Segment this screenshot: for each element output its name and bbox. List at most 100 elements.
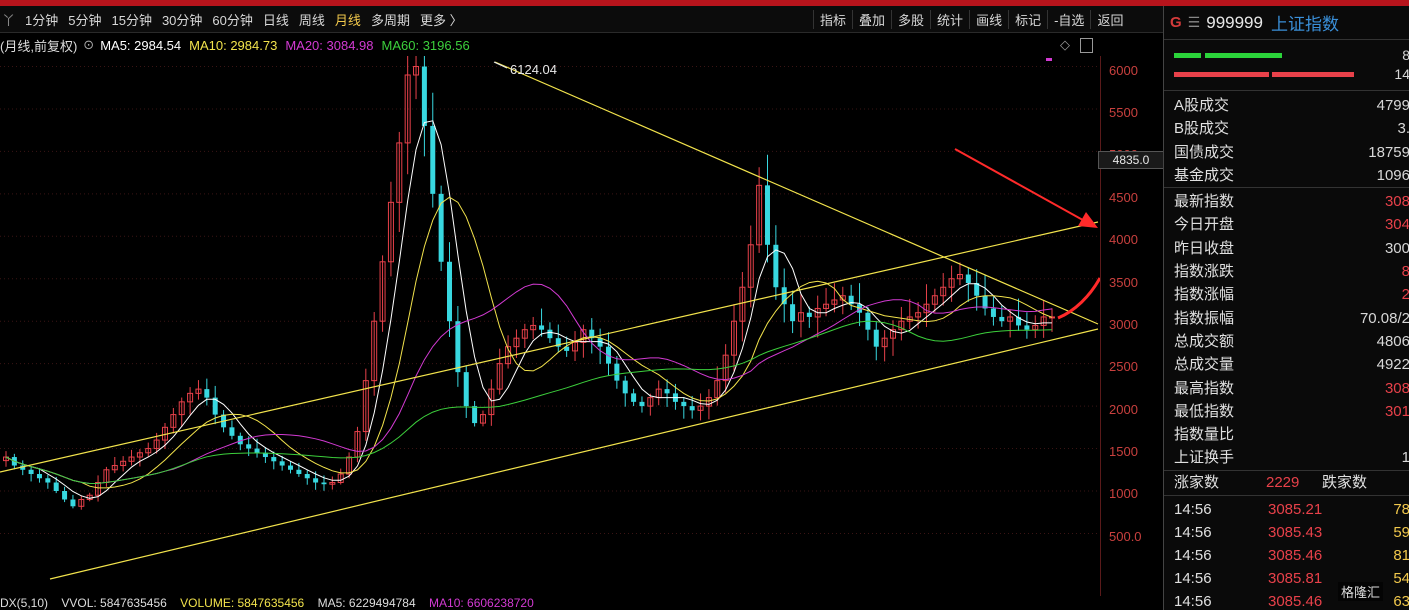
legend-marker	[1046, 58, 1052, 61]
candle-body	[639, 401, 645, 407]
ytick-2000: 2000	[1109, 402, 1138, 417]
candle-body	[254, 448, 260, 453]
watermark-logo: 格隆汇	[1338, 582, 1384, 601]
row-value: 1096	[1376, 166, 1409, 184]
row-value: 2	[1402, 283, 1409, 306]
tool-stats-button[interactable]: 统计	[930, 9, 969, 29]
period-more[interactable]: 更多 〉	[415, 10, 468, 29]
legend-toggle-icon[interactable]: ⊙	[83, 37, 94, 53]
panel-header: G ☰ 999999 上证指数	[1164, 6, 1409, 40]
peak-price-label: 6124.04	[510, 62, 557, 77]
row-value: 70.08/2	[1359, 309, 1409, 327]
ma5-value: MA5: 2984.54	[100, 37, 182, 53]
row-label: 最低指数	[1174, 402, 1235, 420]
candle-body	[321, 482, 327, 485]
candle-body	[430, 125, 436, 194]
volume-value: VOLUME: 5847635456	[180, 597, 305, 610]
row-value: 301	[1384, 402, 1409, 420]
row-label: 指数涨跌	[1174, 263, 1235, 281]
row-value: 1	[1402, 446, 1409, 469]
forecast-curve	[1057, 277, 1100, 320]
kline-chart[interactable]: 6124.04	[0, 56, 1100, 596]
ma10-value: MA10: 2984.73	[189, 37, 278, 53]
ytick-3500: 3500	[1109, 275, 1138, 290]
menu-icon[interactable]: ☰	[1188, 14, 1201, 31]
period-60min[interactable]: 60分钟	[207, 10, 257, 29]
tick-price: 3085.81	[1268, 569, 1323, 587]
period-30min[interactable]: 30分钟	[157, 10, 207, 29]
period-15min[interactable]: 15分钟	[106, 10, 156, 29]
row-funds: 基金成交 1096	[1164, 164, 1409, 187]
row-label: 基金成交	[1174, 166, 1235, 184]
ma20-value: MA20: 3084.98	[285, 37, 374, 53]
tool-multi-stock-button[interactable]: 多股	[891, 9, 930, 29]
row-value: 8	[1402, 260, 1409, 283]
period-multi[interactable]: 多周期	[366, 10, 415, 29]
row-label: A股成交	[1174, 97, 1230, 114]
row-turnover: 总成交额 4806	[1164, 330, 1409, 353]
candle-body	[70, 499, 76, 507]
tick-volume: 81	[1393, 546, 1409, 564]
candle-body	[781, 287, 787, 305]
chart-diamond-icon[interactable]: ◇	[1060, 37, 1070, 53]
ytick-2500: 2500	[1109, 359, 1138, 374]
candle-body	[631, 393, 637, 402]
row-amplitude: 指数振幅 70.08/2	[1164, 307, 1409, 330]
row-label: 指数涨幅	[1174, 286, 1235, 304]
candle-body	[313, 478, 319, 483]
price-axis: 6000 5500 5000 4500 4000 3500 3000 2500 …	[1100, 56, 1164, 596]
ytick-5500: 5500	[1109, 105, 1138, 120]
candle-body	[304, 474, 310, 479]
ytick-4500: 4500	[1109, 190, 1138, 205]
toolbar-lead-icon[interactable]: 丫	[0, 10, 20, 29]
tick-row: 14:56 3085.43 59	[1164, 521, 1409, 544]
candle-body	[539, 325, 545, 330]
period-1min[interactable]: 1分钟	[20, 10, 63, 29]
candle-body	[1024, 325, 1030, 330]
candle-body	[614, 363, 620, 381]
row-prev-close: 昨日收盘 300	[1164, 237, 1409, 260]
vol-ma5-value: MA5: 6229494784	[317, 597, 416, 610]
row-a-shares: A股成交 4799	[1164, 94, 1409, 117]
candle-body	[28, 469, 34, 475]
ytick-500: 500.0	[1109, 529, 1142, 544]
period-daily[interactable]: 日线	[258, 10, 294, 29]
tool-indicator-button[interactable]: 指标	[813, 9, 852, 29]
chart-expand-icon[interactable]	[1080, 38, 1093, 53]
tool-mark-button[interactable]: 标记	[1008, 9, 1047, 29]
ma-lines	[5, 120, 1053, 499]
ma5-line	[5, 120, 1052, 499]
candle-body	[288, 465, 294, 470]
period-5min[interactable]: 5分钟	[63, 10, 106, 29]
candle-body	[472, 406, 478, 424]
quote-panel: G ☰ 999999 上证指数 8 14 A股成交 4799 B股成交 3. 国债成…	[1163, 6, 1409, 610]
candle-body	[463, 372, 469, 407]
tool-watchlist-button[interactable]: -自选	[1047, 9, 1090, 29]
candle-body	[764, 185, 770, 245]
row-value: 18759	[1368, 143, 1409, 161]
period-monthly[interactable]: 月线	[330, 10, 366, 29]
indicator-name[interactable]: DX(5,10)	[0, 597, 48, 610]
candle-body	[204, 389, 210, 398]
period-weekly[interactable]: 周线	[294, 10, 330, 29]
tool-draw-line-button[interactable]: 画线	[969, 9, 1008, 29]
candles	[3, 56, 1055, 510]
tool-back-button[interactable]: 返回	[1090, 9, 1129, 29]
row-label: 国债成交	[1174, 143, 1235, 161]
advance-count: 2229	[1266, 473, 1300, 491]
row-label: B股成交	[1174, 120, 1230, 138]
red-bar-2	[1272, 72, 1354, 77]
candle-body	[53, 482, 59, 491]
red-bar-1	[1174, 72, 1269, 77]
candle-body	[229, 427, 235, 436]
row-bonds: 国债成交 18759	[1164, 141, 1409, 164]
row-value: 4799	[1376, 97, 1409, 114]
tick-volume: 78	[1393, 500, 1409, 518]
tick-time: 14:56	[1174, 523, 1212, 541]
row-low: 最低指数 301	[1164, 400, 1409, 423]
row-b-shares: B股成交 3.	[1164, 117, 1409, 140]
tool-overlay-button[interactable]: 叠加	[852, 9, 891, 29]
tick-price: 3085.46	[1268, 546, 1323, 564]
tick-price: 3085.46	[1268, 592, 1323, 610]
candle-body	[689, 406, 695, 411]
